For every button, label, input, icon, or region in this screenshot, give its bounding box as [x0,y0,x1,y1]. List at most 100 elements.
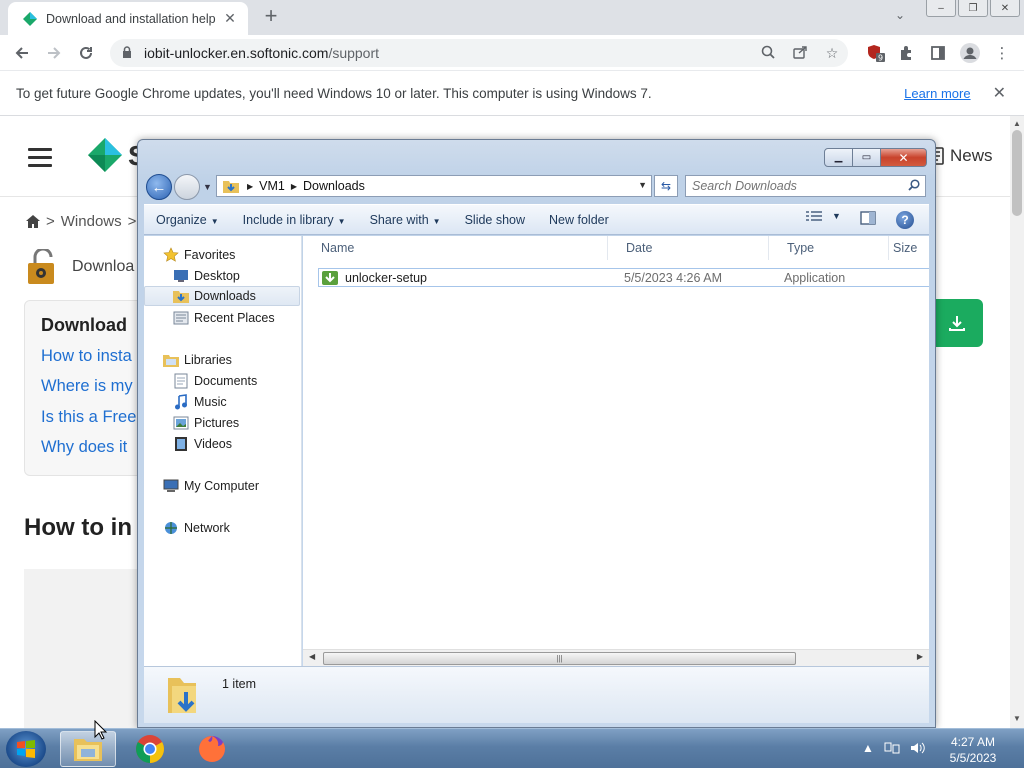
slide-show-button[interactable]: Slide show [453,213,537,227]
forward-arrow-icon[interactable] [38,37,70,69]
music-icon [172,394,190,410]
explorer-search-box[interactable] [685,175,926,197]
details-pane: 1 item [144,666,929,723]
view-dropdown-icon[interactable]: ▼ [832,211,841,221]
nav-desktop[interactable]: Desktop [172,266,240,286]
chrome-menu-icon[interactable]: ⋮ [988,37,1016,69]
tab-close-icon[interactable]: ✕ [222,10,238,27]
nav-recent-places[interactable]: Recent Places [172,308,275,328]
nav-my-computer[interactable]: My Computer [162,476,259,496]
breadcrumb-windows[interactable]: Windows [61,213,122,230]
explorer-close-button[interactable]: ✕ [881,148,927,167]
breadcrumb-arrow-icon[interactable]: ▶ [291,182,297,191]
windows-logo-icon [17,740,35,758]
preview-pane-button[interactable] [860,211,876,225]
zoom-search-icon[interactable] [752,45,784,62]
taskbar-chrome-button[interactable] [122,731,178,767]
faq-link[interactable]: Is this a Free [41,408,136,427]
learn-more-link[interactable]: Learn more [904,86,970,101]
hamburger-menu-icon[interactable] [28,148,52,172]
nav-label: Downloads [194,289,256,303]
column-type[interactable]: Type [769,236,889,260]
nav-network[interactable]: Network [162,518,230,538]
infobar-message: To get future Google Chrome updates, you… [16,85,652,101]
faq-card: Download How to insta Where is my Is thi… [24,300,154,476]
profile-avatar-icon[interactable] [956,37,984,69]
scroll-right-icon[interactable]: ▶ [917,652,923,661]
explorer-search-input[interactable] [692,179,903,193]
nav-favorites[interactable]: Favorites [162,245,235,265]
start-button[interactable] [6,731,46,767]
address-segment-vm1[interactable]: VM1 [259,179,285,193]
file-row[interactable]: unlocker-setup 5/5/2023 4:26 AM Applicat… [318,268,929,287]
download-title: Downloa [72,258,135,275]
nav-music[interactable]: Music [172,392,227,412]
browser-tab[interactable]: Download and installation help ✕ [8,2,248,35]
address-bar[interactable]: iobit-unlocker.en.softonic.com/support ☆ [110,39,848,67]
breadcrumb-arrow-icon[interactable]: ▶ [247,182,253,191]
nav-pictures[interactable]: Pictures [172,413,239,433]
explorer-minimize-button[interactable]: ▁ [824,148,853,167]
download-button[interactable] [930,299,983,347]
softonic-logo-icon[interactable] [88,138,122,172]
tab-search-icon[interactable]: ⌄ [895,8,905,22]
help-button[interactable]: ? [896,211,914,229]
horizontal-scrollbar[interactable]: ◀ ||| ▶ [303,649,929,666]
volume-icon[interactable] [910,741,926,758]
page-scrollbar[interactable]: ▲ ▼ [1010,116,1024,728]
show-hidden-icons-icon[interactable]: ▲ [862,741,874,758]
downloads-folder-icon [172,288,190,304]
explorer-maximize-button[interactable]: ▭ [853,148,881,167]
scroll-left-icon[interactable]: ◀ [309,652,315,661]
scrollbar-thumb[interactable] [1012,130,1022,216]
softonic-favicon-icon [22,11,38,27]
shield-extension-icon[interactable]: 9 [862,37,890,69]
nav-label: Network [184,521,230,535]
share-with-button[interactable]: Share with ▼ [358,213,453,227]
scroll-down-icon[interactable]: ▼ [1013,714,1021,723]
bookmark-star-icon[interactable]: ☆ [816,45,848,62]
scroll-up-icon[interactable]: ▲ [1013,119,1021,128]
faq-link[interactable]: Where is my [41,377,133,396]
explorer-forward-icon[interactable] [174,174,200,200]
nav-documents[interactable]: Documents [172,371,257,391]
news-link[interactable]: News [928,146,993,166]
desktop-icon [172,268,190,284]
taskbar-clock[interactable]: 4:27 AM 5/5/2023 [930,734,1016,766]
explorer-back-icon[interactable]: ← [146,174,172,200]
faq-link[interactable]: Why does it [41,438,127,457]
nav-downloads[interactable]: Downloads [144,286,300,306]
close-button[interactable]: ✕ [990,0,1020,17]
column-size[interactable]: Size [889,236,929,260]
network-tray-icon[interactable] [884,741,900,758]
include-in-library-button[interactable]: Include in library ▼ [231,213,358,227]
back-arrow-icon[interactable] [6,37,38,69]
infobar-close-icon[interactable]: ✕ [993,83,1006,103]
organize-button[interactable]: Organize ▼ [144,213,231,227]
reload-icon[interactable] [70,37,102,69]
star-icon [162,247,180,263]
share-icon[interactable] [784,45,816,62]
lock-icon[interactable] [122,45,136,61]
faq-link[interactable]: How to insta [41,347,132,366]
address-dropdown-icon[interactable]: ▼ [638,180,647,190]
column-name[interactable]: Name [303,236,608,260]
nav-videos[interactable]: Videos [172,434,232,454]
extensions-puzzle-icon[interactable] [892,37,920,69]
recent-pages-dropdown-icon[interactable]: ▼ [203,182,212,192]
refresh-icon[interactable]: ⇆ [654,175,678,197]
change-view-button[interactable] [806,211,822,223]
side-panel-icon[interactable] [924,37,952,69]
column-date[interactable]: Date [608,236,769,260]
taskbar-firefox-button[interactable] [184,731,240,767]
search-icon[interactable] [903,178,925,194]
howto-heading: How to in [24,514,132,541]
new-tab-button[interactable]: + [258,4,284,30]
explorer-address-bar[interactable]: ▶ VM1 ▶ Downloads ▼ [216,175,652,197]
nav-libraries[interactable]: Libraries [162,350,232,370]
new-folder-button[interactable]: New folder [537,213,621,227]
restore-button[interactable]: ❐ [958,0,988,17]
minimize-button[interactable]: – [926,0,956,17]
address-segment-downloads[interactable]: Downloads [303,179,365,193]
horizontal-scrollbar-thumb[interactable]: ||| [323,652,796,665]
